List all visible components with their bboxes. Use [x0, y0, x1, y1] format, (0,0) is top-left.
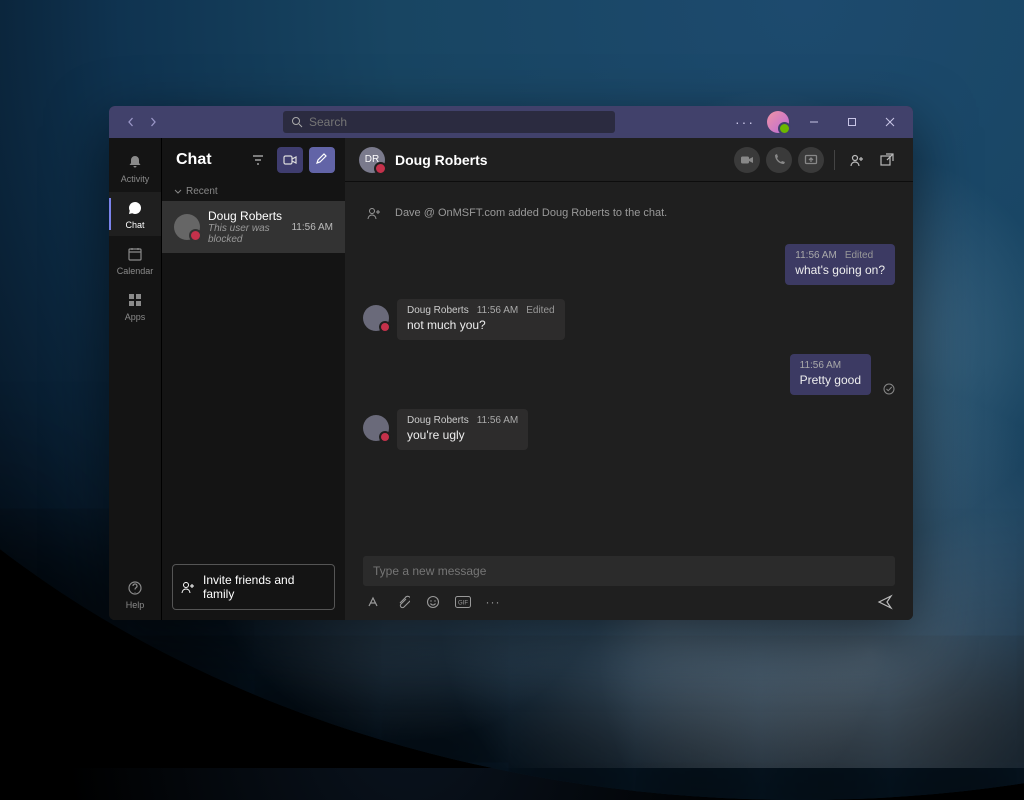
filter-button[interactable] [245, 147, 271, 173]
audio-call-button[interactable] [766, 147, 792, 173]
chat-item-preview: This user was blocked [208, 223, 283, 245]
invite-label: Invite friends and family [203, 573, 326, 601]
rail-label: Apps [125, 312, 146, 322]
composer: GIF ··· [345, 548, 913, 620]
rail-help[interactable]: Help [109, 572, 161, 616]
message-time: 11:56 AM [795, 250, 837, 261]
chat-main: DR Doug Roberts [345, 138, 913, 620]
contact-name: Doug Roberts [395, 152, 488, 168]
divider [834, 150, 835, 170]
help-icon [125, 578, 145, 598]
contact-avatar-icon [174, 214, 200, 240]
message-text: what's going on? [795, 263, 885, 277]
message-mine[interactable]: 11:56 AM Pretty good [363, 354, 895, 395]
screenshare-button[interactable] [798, 147, 824, 173]
chevron-down-icon [174, 188, 182, 196]
compose-input[interactable] [373, 564, 885, 578]
popout-button[interactable] [875, 148, 899, 172]
edited-label: Edited [845, 250, 873, 261]
message-time: 11:56 AM [800, 360, 842, 371]
video-call-button[interactable] [734, 147, 760, 173]
send-button[interactable] [877, 594, 893, 610]
message-mine[interactable]: 11:56 AM Edited what's going on? [363, 244, 895, 285]
message-text: Pretty good [800, 373, 861, 387]
rail-label: Calendar [117, 266, 154, 276]
sidebar-title: Chat [176, 151, 212, 169]
window-maximize-button[interactable] [839, 109, 865, 135]
search-box[interactable] [283, 111, 615, 133]
new-chat-button[interactable] [309, 147, 335, 173]
window-minimize-button[interactable] [801, 109, 827, 135]
message-time: 11:56 AM [477, 305, 519, 316]
app-rail: Activity Chat Calendar Apps [109, 138, 161, 620]
chat-header: DR Doug Roberts [345, 138, 913, 182]
message-sender: Doug Roberts [407, 415, 469, 426]
contact-avatar[interactable]: DR [359, 147, 385, 173]
svg-text:GIF: GIF [458, 601, 468, 607]
message-time: 11:56 AM [477, 415, 519, 426]
message-other[interactable]: Doug Roberts 11:56 AM you're ugly [363, 409, 895, 450]
read-receipt-icon [883, 383, 895, 395]
rail-label: Activity [121, 174, 150, 184]
rail-calendar[interactable]: Calendar [109, 238, 161, 282]
person-add-icon [363, 202, 385, 224]
add-people-button[interactable] [845, 148, 869, 172]
rail-chat[interactable]: Chat [109, 192, 161, 236]
people-add-icon [181, 580, 195, 594]
rail-activity[interactable]: Activity [109, 146, 161, 190]
profile-avatar[interactable] [767, 111, 789, 133]
invite-button[interactable]: Invite friends and family [172, 564, 335, 610]
message-text: you're ugly [407, 428, 518, 442]
nav-back-button[interactable] [121, 112, 141, 132]
emoji-button[interactable] [425, 594, 441, 610]
attach-button[interactable] [395, 594, 411, 610]
message-other[interactable]: Doug Roberts 11:56 AM Edited not much yo… [363, 299, 895, 340]
message-list: Dave @ OnMSFT.com added Doug Roberts to … [345, 182, 913, 548]
compose-input-wrapper[interactable] [363, 556, 895, 586]
chat-item-time: 11:56 AM [291, 222, 333, 233]
sender-avatar-icon [363, 415, 389, 441]
calendar-icon [125, 244, 145, 264]
chat-icon [125, 198, 145, 218]
chat-item-name: Doug Roberts [208, 209, 283, 223]
message-text: not much you? [407, 318, 555, 332]
rail-label: Help [126, 600, 145, 610]
compose-more-button[interactable]: ··· [485, 594, 501, 610]
chat-list-item[interactable]: Doug Roberts This user was blocked 11:56… [162, 201, 345, 253]
system-message: Dave @ OnMSFT.com added Doug Roberts to … [363, 196, 895, 230]
message-sender: Doug Roberts [407, 305, 469, 316]
more-button[interactable]: ··· [735, 114, 755, 130]
chat-sidebar: Chat Recent [161, 138, 345, 620]
edited-label: Edited [526, 305, 554, 316]
meet-now-button[interactable] [277, 147, 303, 173]
format-button[interactable] [365, 594, 381, 610]
search-icon [291, 116, 303, 128]
search-input[interactable] [309, 115, 607, 129]
apps-icon [125, 290, 145, 310]
window-close-button[interactable] [877, 109, 903, 135]
titlebar: ··· [109, 106, 913, 138]
sender-avatar-icon [363, 305, 389, 331]
teams-window: ··· Activity [109, 106, 913, 620]
rail-apps[interactable]: Apps [109, 284, 161, 328]
bell-icon [125, 152, 145, 172]
nav-forward-button[interactable] [143, 112, 163, 132]
rail-label: Chat [125, 220, 144, 230]
section-recent[interactable]: Recent [162, 182, 345, 201]
gif-button[interactable]: GIF [455, 594, 471, 610]
